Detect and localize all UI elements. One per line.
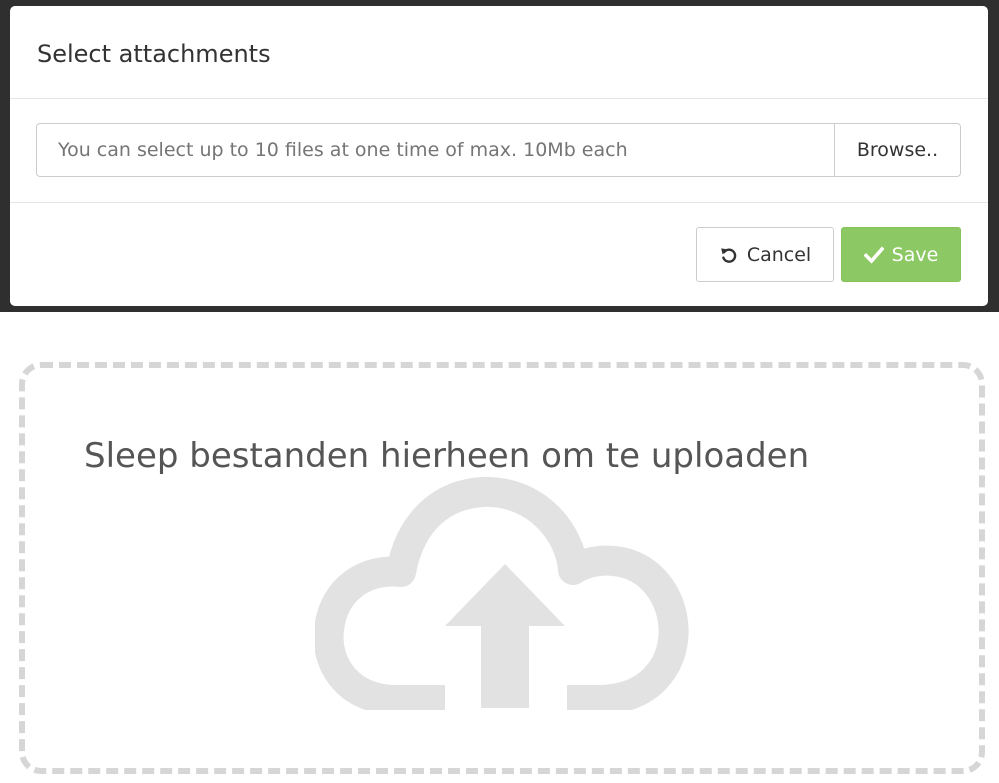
save-button-label: Save bbox=[891, 243, 939, 266]
cancel-button[interactable]: Cancel bbox=[696, 227, 834, 282]
undo-icon bbox=[719, 245, 739, 265]
checkmark-icon bbox=[863, 245, 884, 265]
file-selection-field[interactable] bbox=[36, 123, 834, 177]
cloud-upload-icon bbox=[315, 477, 689, 710]
browse-button[interactable]: Browse.. bbox=[834, 123, 961, 177]
dropzone-instruction: Sleep bestanden hierheen om te uploaden bbox=[84, 436, 810, 476]
dialog-header: Select attachments bbox=[10, 6, 988, 99]
dialog-footer: Cancel Save bbox=[10, 203, 988, 305]
cancel-button-label: Cancel bbox=[746, 243, 812, 266]
dialog-body: Browse.. bbox=[10, 99, 988, 203]
file-dropzone[interactable]: Sleep bestanden hierheen om te uploaden bbox=[19, 362, 985, 774]
select-attachments-dialog: Select attachments Browse.. Cancel Sav bbox=[10, 6, 988, 306]
file-input-group: Browse.. bbox=[36, 123, 961, 177]
save-button[interactable]: Save bbox=[841, 227, 961, 282]
dialog-title: Select attachments bbox=[37, 40, 271, 68]
